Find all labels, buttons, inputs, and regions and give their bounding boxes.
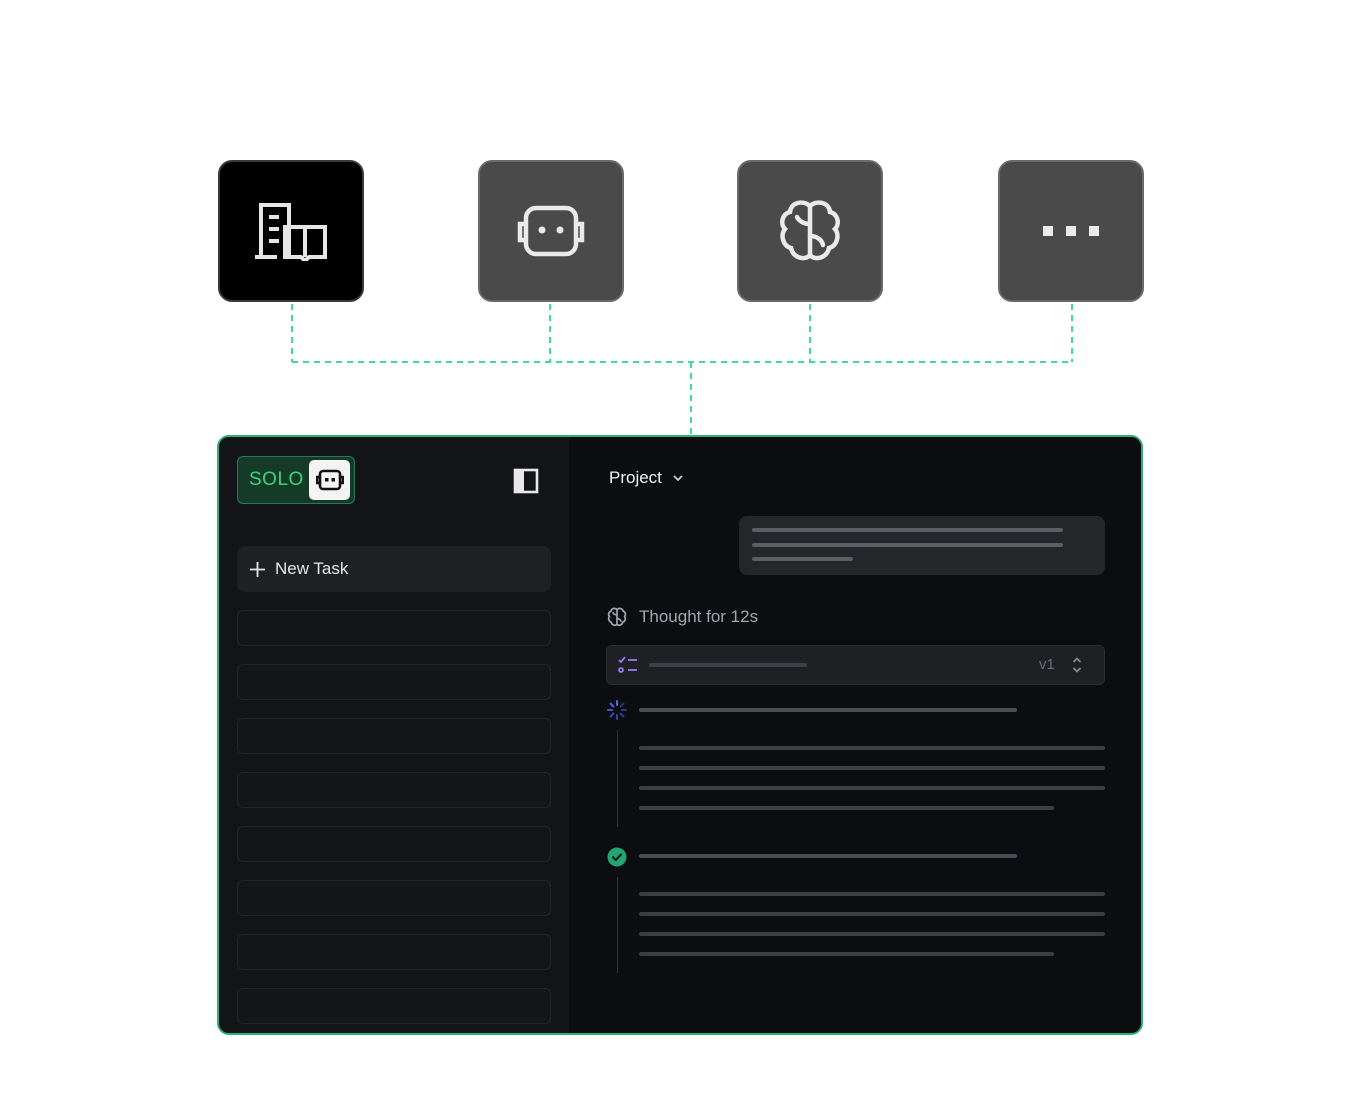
connector-lines: [291, 304, 1073, 434]
thought-indicator[interactable]: Thought for 12s: [607, 607, 758, 627]
task-item[interactable]: [237, 934, 551, 970]
text-placeholder-line: [639, 932, 1105, 936]
text-placeholder-line: [752, 528, 1063, 532]
spinner-icon: [607, 700, 627, 720]
app-window: SOLO New Task Project Thought for 12s v1: [217, 435, 1143, 1035]
logo-text: SOLO: [249, 469, 304, 490]
main-panel: Project Thought for 12s v1: [569, 437, 1141, 1033]
text-placeholder-line: [639, 766, 1105, 770]
step-title-placeholder: [639, 708, 1017, 712]
text-placeholder-line: [752, 543, 1063, 547]
task-item[interactable]: [237, 880, 551, 916]
task-item[interactable]: [237, 610, 551, 646]
plan-selector[interactable]: v1: [606, 645, 1105, 685]
sidebar: SOLO New Task: [219, 437, 569, 1033]
checklist-icon: [618, 656, 637, 673]
text-placeholder-line: [752, 557, 853, 561]
text-placeholder-line: [639, 786, 1105, 790]
text-placeholder-line: [639, 912, 1105, 916]
new-task-button[interactable]: New Task: [237, 546, 551, 592]
robot-badge-icon: [309, 460, 350, 500]
project-selector[interactable]: Project: [609, 468, 684, 488]
task-item[interactable]: [237, 988, 551, 1024]
timeline-line: [617, 730, 618, 827]
user-message-bubble: [739, 516, 1105, 575]
panel-toggle-button[interactable]: [513, 468, 539, 494]
timeline-line: [617, 877, 618, 973]
step-title-placeholder: [639, 854, 1017, 858]
chevron-down-icon: [672, 474, 684, 482]
chevron-updown-icon: [1072, 657, 1082, 673]
text-placeholder-line: [639, 746, 1105, 750]
task-item[interactable]: [237, 772, 551, 808]
task-item[interactable]: [237, 826, 551, 862]
version-label: v1: [1039, 656, 1055, 673]
text-placeholder-line: [639, 952, 1054, 956]
check-circle-icon: [607, 847, 627, 867]
new-task-label: New Task: [275, 559, 349, 578]
sidebar-toggle-icon: [513, 468, 539, 494]
thought-label: Thought for 12s: [639, 607, 759, 626]
brain-icon: [607, 607, 627, 627]
plus-icon: [249, 561, 266, 578]
project-label: Project: [609, 468, 662, 487]
text-placeholder-line: [639, 806, 1054, 810]
task-item[interactable]: [237, 664, 551, 700]
text-placeholder-line: [639, 892, 1105, 896]
text-placeholder-line: [649, 663, 807, 667]
task-item[interactable]: [237, 718, 551, 754]
solo-logo[interactable]: SOLO: [237, 456, 355, 504]
